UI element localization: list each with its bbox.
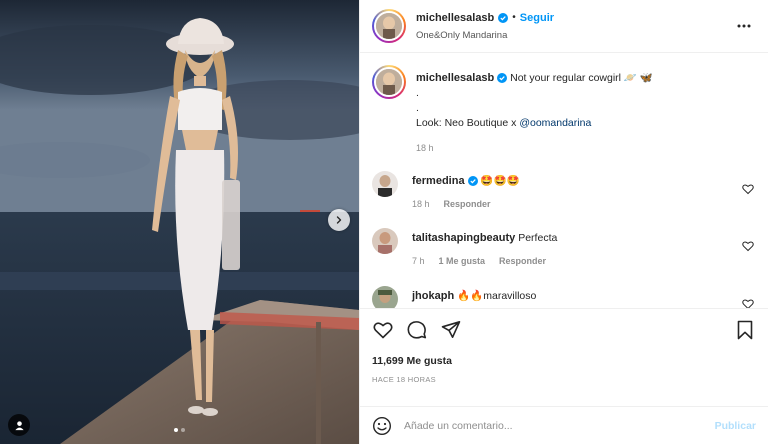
commenter-username[interactable]: fermedina [412, 175, 465, 187]
comment-like-icon[interactable] [742, 240, 754, 252]
more-horizontal-icon [737, 24, 751, 28]
caption-line: . [416, 87, 419, 100]
avatar-image [376, 13, 402, 39]
caption-mention[interactable]: @oomandarina [519, 117, 591, 129]
author-avatar[interactable] [372, 9, 406, 43]
header-separator: • [512, 12, 516, 23]
reply-button[interactable]: Responder [499, 256, 546, 268]
user-tag-button[interactable] [8, 414, 30, 436]
verified-badge-icon [467, 176, 478, 187]
paper-plane-icon [441, 321, 461, 338]
comment-time: 7 h [412, 256, 425, 267]
comment-input[interactable] [404, 419, 715, 432]
caption-username[interactable]: michellesalasb [416, 72, 494, 84]
author-username[interactable]: michellesalasb [416, 12, 494, 24]
post-caption: michellesalasb Not your regular cowgirl … [372, 65, 756, 155]
comment-text: Perfecta [518, 232, 558, 245]
commenter-username[interactable]: talitashapingbeauty [412, 232, 515, 244]
next-photo-button[interactable] [328, 209, 350, 231]
commenter-avatar[interactable] [372, 228, 398, 255]
carousel-dot [181, 428, 185, 432]
bookmark-icon [737, 320, 753, 340]
like-button[interactable] [372, 319, 394, 341]
comment-item: fermedina 🤩🤩🤩 18 h Responder [372, 171, 756, 210]
heart-icon [373, 322, 393, 339]
avatar-image [372, 228, 398, 255]
comment-like-icon[interactable] [742, 298, 754, 308]
comments-list[interactable]: michellesalasb Not your regular cowgirl … [360, 53, 768, 308]
avatar-image [376, 69, 402, 95]
commenter-avatar[interactable] [372, 285, 398, 308]
avatar-image [372, 171, 398, 198]
chevron-right-icon [336, 216, 342, 224]
caption-avatar[interactable] [372, 65, 406, 99]
comment-text: 🔥🔥maravilloso [457, 289, 537, 302]
caption-line: . [416, 102, 419, 115]
comment-item: talitashapingbeauty Perfecta 7 h 1 Me gu… [372, 228, 756, 267]
commenter-avatar[interactable] [372, 171, 398, 198]
post-photo [0, 0, 359, 444]
post-header: michellesalasb • Seguir One&Only Mandari… [360, 0, 768, 53]
comment-bubble-icon [407, 321, 427, 339]
comment-button[interactable] [406, 319, 428, 341]
save-button[interactable] [734, 319, 756, 341]
commenter-username[interactable]: jhokaph [412, 290, 454, 302]
post-location[interactable]: One&Only Mandarina [416, 30, 732, 41]
carousel-dots [0, 428, 359, 432]
comment-time: 18 h [412, 198, 430, 209]
more-options-button[interactable] [732, 14, 756, 38]
comment-like-icon[interactable] [742, 183, 754, 195]
verified-badge-icon [497, 73, 508, 84]
follow-button[interactable]: Seguir [520, 12, 554, 24]
share-button[interactable] [440, 319, 462, 341]
reply-button[interactable]: Responder [444, 199, 491, 211]
caption-time: 18 h [416, 143, 434, 154]
carousel-dot [174, 428, 178, 432]
comment-text: 🤩🤩🤩 [480, 175, 520, 188]
add-comment-bar: Publicar [360, 406, 768, 444]
post-side-panel: michellesalasb • Seguir One&Only Mandari… [359, 0, 768, 444]
avatar-image [372, 285, 398, 308]
emoji-smiley-icon[interactable] [372, 416, 392, 436]
like-count[interactable]: 11,699 Me gusta [372, 355, 756, 367]
caption-look: Look: Neo Boutique x [416, 116, 520, 129]
post-media[interactable] [0, 0, 359, 444]
comment-likes[interactable]: 1 Me gusta [439, 256, 486, 268]
verified-badge-icon [498, 12, 509, 23]
publish-button[interactable]: Publicar [715, 420, 756, 432]
instagram-post: michellesalasb • Seguir One&Only Mandari… [0, 0, 768, 444]
caption-text: Not your regular cowgirl 🪐 🦋 [510, 72, 653, 84]
post-timestamp: HACE 18 HORAS [372, 375, 436, 384]
comment-item: jhokaph 🔥🔥maravilloso [372, 285, 756, 308]
post-actions: 11,699 Me gusta HACE 18 HORAS [360, 308, 768, 406]
